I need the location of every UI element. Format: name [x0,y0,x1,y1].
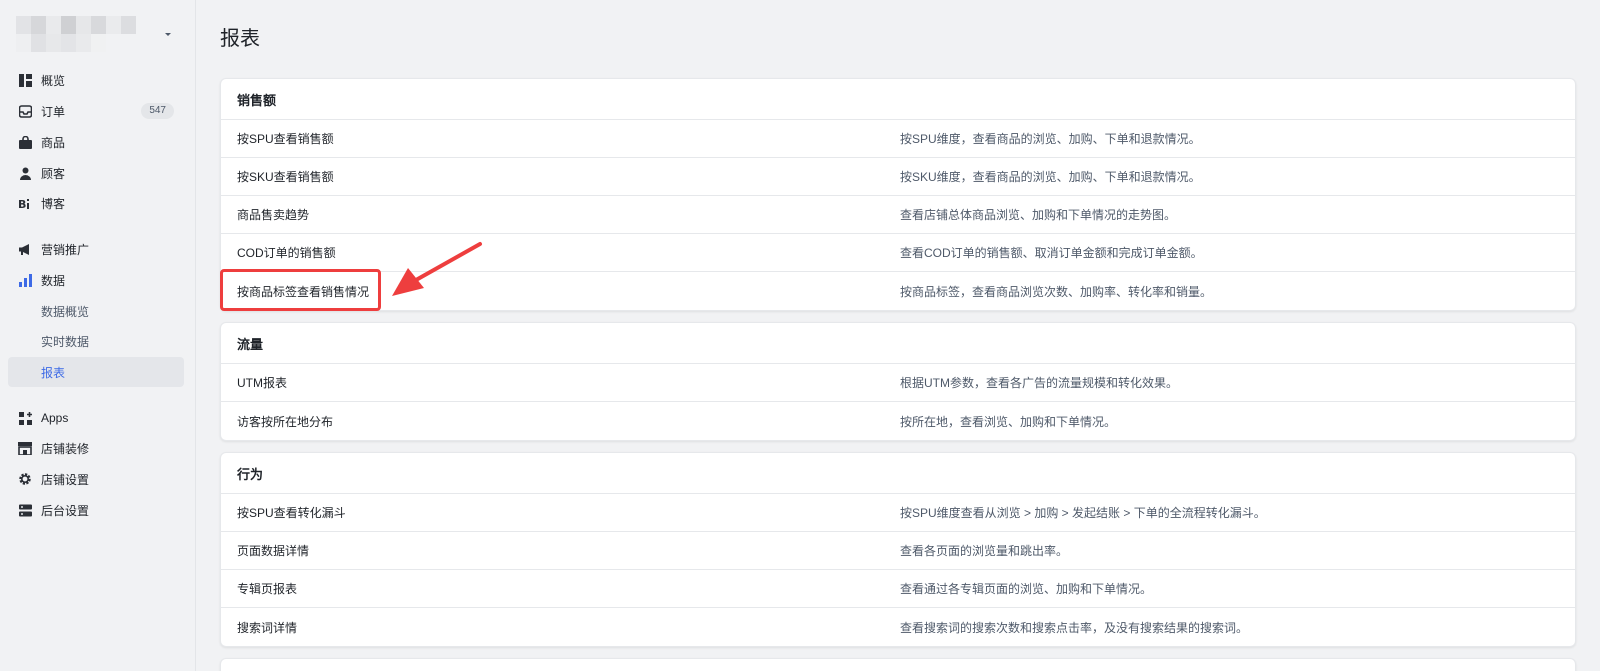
nav-label: 店铺装修 [41,441,90,456]
report-name: 按商品标签查看销售情况 [237,284,370,299]
nav-label: 博客 [41,196,66,211]
report-name: UTM报表 [237,376,287,390]
nav-item-blog[interactable]: B 博客 [8,190,184,216]
megaphone-icon [18,242,32,256]
report-row[interactable]: 搜索词详情 查看搜索词的搜索次数和搜索点击率，及没有搜索结果的搜索词。 [221,608,1575,646]
report-section-more [220,658,1576,671]
subnav-label: 数据概览 [41,304,90,319]
nav-item-marketing[interactable]: 营销推广 [8,236,184,262]
main-content: 报表 销售额 按SPU查看销售额 按SPU维度，查看商品的浏览、加购、下单和退款情… [196,0,1600,671]
subnav-label: 实时数据 [41,334,90,349]
report-desc: 按所在地，查看浏览、加购和下单情况。 [900,414,1117,429]
report-desc: 按商品标签，查看商品浏览次数、加购率、转化率和销量。 [900,284,1213,299]
nav-label: 顾客 [41,166,66,181]
report-desc: 按SPU维度，查看商品的浏览、加购、下单和退款情况。 [900,132,1201,146]
report-row[interactable]: 按SKU查看销售额 按SKU维度，查看商品的浏览、加购、下单和退款情况。 [221,158,1575,196]
report-name: 访客按所在地分布 [237,414,334,429]
report-desc: 查看搜索词的搜索次数和搜索点击率，及没有搜索结果的搜索词。 [900,620,1249,635]
nav-label: Apps [41,411,69,425]
nav-item-customers[interactable]: 顾客 [8,160,184,186]
report-row[interactable]: UTM报表 根据UTM参数，查看各广告的流量规模和转化效果。 [221,364,1575,402]
nav-label: 后台设置 [41,503,90,518]
nav-item-overview[interactable]: 概览 [8,67,184,93]
nav-label: 营销推广 [41,242,90,257]
inbox-icon [18,104,32,118]
subnav-item-data-overview[interactable]: 数据概览 [8,298,184,324]
section-title: 销售额 [221,79,1575,120]
report-name: 页面数据详情 [237,544,310,558]
nav-item-admin-settings[interactable]: 后台设置 [8,497,184,523]
bag-icon [18,135,32,149]
nav-label: 店铺设置 [41,472,90,487]
report-row[interactable]: 按SPU查看转化漏斗 按SPU维度查看从浏览 > 加购 > 发起结账 > 下单的全… [221,494,1575,532]
store-logo-blurred [16,16,136,52]
report-name: 商品售卖趋势 [237,208,310,222]
report-desc: 根据UTM参数，查看各广告的流量规模和转化效果。 [900,376,1178,390]
blog-icon: B [18,196,32,210]
gear-icon [18,472,32,486]
report-desc: 查看通过各专辑页面的浏览、加购和下单情况。 [900,582,1153,596]
report-row[interactable]: 按SPU查看销售额 按SPU维度，查看商品的浏览、加购、下单和退款情况。 [221,120,1575,158]
page-title: 报表 [220,28,260,50]
section-title: 流量 [221,323,1575,364]
apps-icon [18,411,32,425]
nav-label: 数据 [41,273,66,288]
report-section-traffic: 流量 UTM报表 根据UTM参数，查看各广告的流量规模和转化效果。 访客按所在地分… [220,322,1576,441]
report-name: 按SPU查看销售额 [237,132,334,146]
report-name: COD订单的销售额 [237,246,336,260]
report-name: 按SKU查看销售额 [237,170,334,184]
nav-item-store-design[interactable]: 店铺装修 [8,435,184,461]
report-desc: 查看各页面的浏览量和跳出率。 [900,544,1069,558]
report-row[interactable]: 页面数据详情 查看各页面的浏览量和跳出率。 [221,532,1575,570]
section-title: 行为 [221,453,1575,494]
svg-text:B: B [18,198,26,210]
nav-label: 概览 [41,73,66,88]
bar-chart-icon [18,273,32,287]
nav-item-orders[interactable]: 订单 547 [8,98,184,124]
chevron-down-icon [165,33,171,36]
store-switcher[interactable] [16,16,182,52]
person-icon [18,166,32,180]
nav-item-data[interactable]: 数据 [8,267,184,293]
dashboard-icon [18,73,32,87]
report-desc: 查看COD订单的销售额、取消订单金额和完成订单金额。 [900,246,1203,260]
subnav-item-reports[interactable]: 报表 [8,357,184,387]
report-row[interactable]: COD订单的销售额 查看COD订单的销售额、取消订单金额和完成订单金额。 [221,234,1575,272]
report-row[interactable]: 专辑页报表 查看通过各专辑页面的浏览、加购和下单情况。 [221,570,1575,608]
report-section-behavior: 行为 按SPU查看转化漏斗 按SPU维度查看从浏览 > 加购 > 发起结账 > 下… [220,452,1576,647]
nav-label: 商品 [41,135,66,150]
nav-label: 订单 [41,104,66,119]
report-desc: 查看店铺总体商品浏览、加购和下单情况的走势图。 [900,208,1177,222]
report-row[interactable]: 商品售卖趋势 查看店铺总体商品浏览、加购和下单情况的走势图。 [221,196,1575,234]
report-row[interactable]: 按商品标签查看销售情况 按商品标签，查看商品浏览次数、加购率、转化率和销量。 [221,272,1575,310]
storefront-icon [18,441,32,455]
report-desc: 按SPU维度查看从浏览 > 加购 > 发起结账 > 下单的全流程转化漏斗。 [900,506,1266,520]
order-count-badge: 547 [141,103,174,119]
report-name: 搜索词详情 [237,620,298,635]
report-desc: 按SKU维度，查看商品的浏览、加购、下单和退款情况。 [900,170,1201,184]
report-name: 专辑页报表 [237,582,298,596]
report-name: 按SPU查看转化漏斗 [237,506,346,520]
report-section-sales: 销售额 按SPU查看销售额 按SPU维度，查看商品的浏览、加购、下单和退款情况。 … [220,78,1576,311]
server-icon [18,503,32,517]
nav-item-apps[interactable]: Apps [8,405,184,431]
nav-item-products[interactable]: 商品 [8,129,184,155]
subnav-label: 报表 [41,365,66,380]
report-row[interactable]: 访客按所在地分布 按所在地，查看浏览、加购和下单情况。 [221,402,1575,440]
subnav-item-realtime-data[interactable]: 实时数据 [8,328,184,354]
sidebar: 概览 订单 547 商品 顾客 B 博客 营销推广 数据 数据概览 实时数据 报… [0,0,196,671]
nav-item-store-settings[interactable]: 店铺设置 [8,466,184,492]
